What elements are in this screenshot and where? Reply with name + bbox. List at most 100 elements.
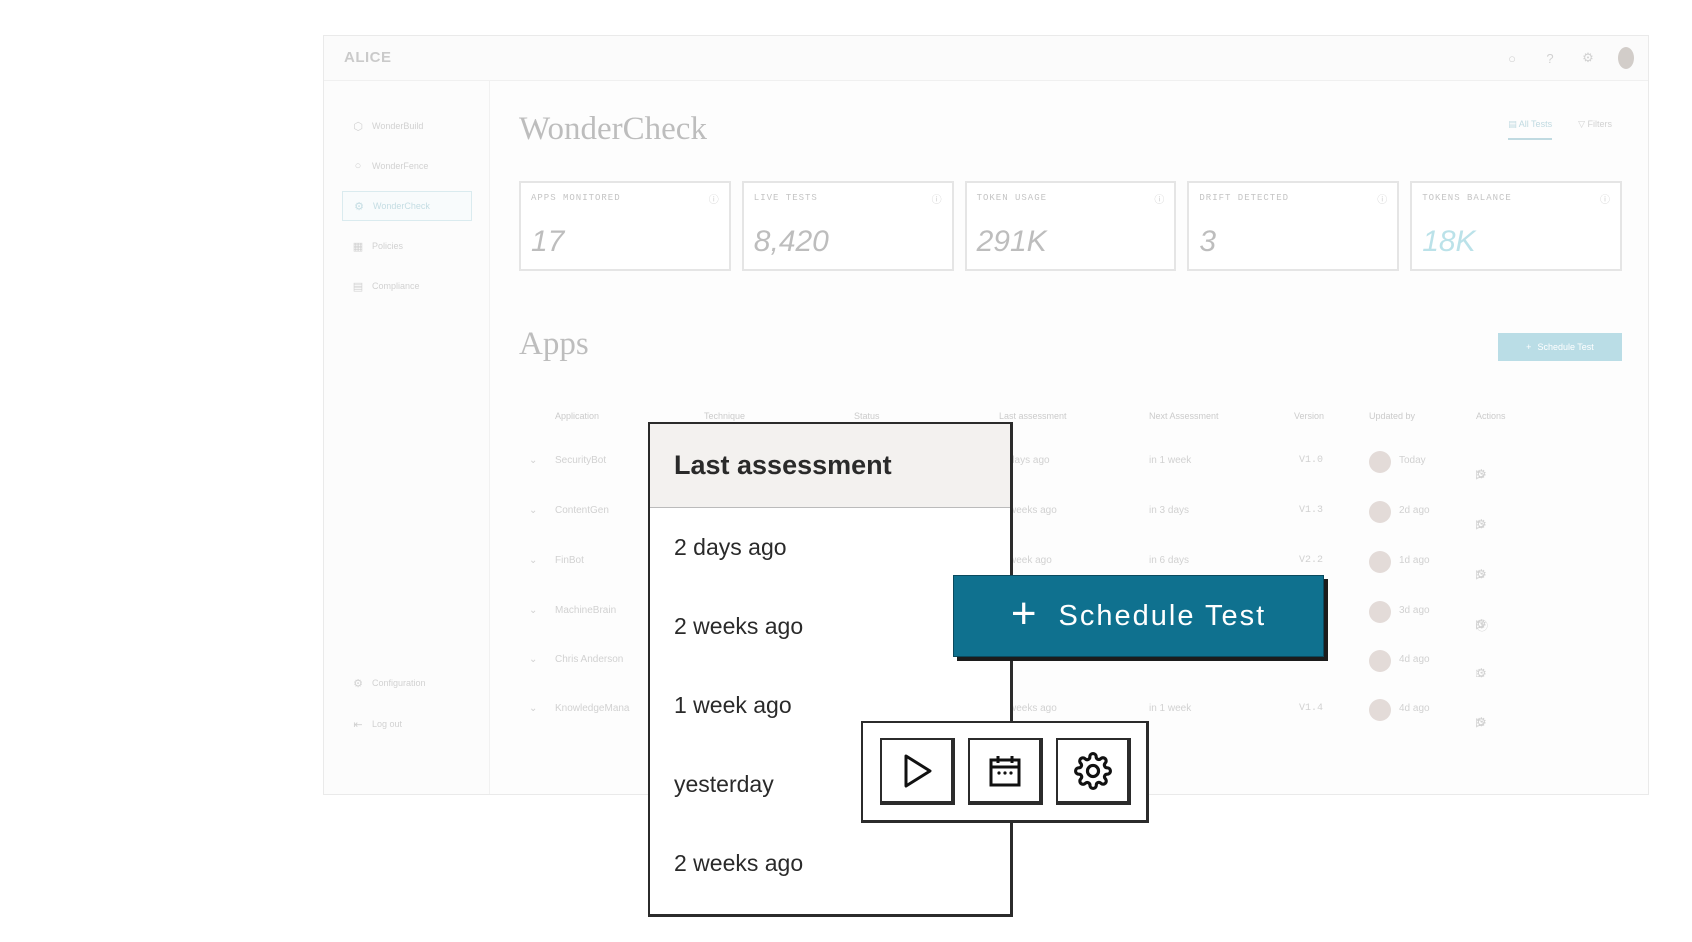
stat-label: TOKENS BALANCE [1422, 193, 1512, 203]
updated-by: 2d ago [1399, 505, 1430, 516]
chevron-down-icon[interactable]: ⌄ [529, 703, 537, 714]
schedule-test-label: Schedule Test [1058, 599, 1267, 632]
gear-icon[interactable]: ⚙ [1476, 517, 1487, 531]
stat-card-token-usage: TOKEN USAGE ⓘ 291K [964, 181, 1177, 271]
info-icon[interactable]: ⓘ [709, 191, 719, 206]
last-assessment: weeks ago [1009, 505, 1057, 516]
sidebar-item-wonderbuild[interactable]: ⬡ WonderBuild [342, 111, 472, 141]
stat-value: 291K [976, 225, 1047, 258]
info-icon[interactable]: ⓘ [1600, 191, 1610, 206]
avatar [1369, 551, 1391, 573]
info-icon[interactable]: ⓘ [932, 191, 942, 206]
chevron-down-icon[interactable]: ⌄ [529, 505, 537, 516]
sidebar-item-label: WonderCheck [373, 201, 430, 211]
chevron-down-icon[interactable]: ⌄ [529, 654, 537, 665]
list-item[interactable]: 2 weeks ago [650, 824, 1010, 903]
app-name: FinBot [555, 555, 584, 566]
stat-card-live-tests: LIVE TESTS ⓘ 8,420 [741, 181, 954, 271]
tab-label: Filters [1587, 119, 1613, 129]
chevron-down-icon[interactable]: ⌄ [529, 605, 537, 616]
app-name: MachineBrain [555, 605, 617, 616]
stat-label: APPS MONITORED [531, 193, 621, 203]
column-header[interactable]: Actions [1476, 411, 1506, 421]
version: V2.2 [1299, 555, 1324, 566]
column-header[interactable]: Last assessment [999, 411, 1067, 421]
avatar[interactable] [1618, 47, 1634, 69]
column-header[interactable]: Next Assessment [1149, 411, 1219, 421]
avatar [1369, 451, 1391, 473]
schedule-calendar-button[interactable] [968, 738, 1043, 805]
app-name: KnowledgeMana [555, 703, 630, 714]
gear-icon[interactable]: ⚙ [1580, 50, 1596, 66]
gear-icon[interactable]: ⚙ [1476, 715, 1487, 729]
settings-button[interactable] [1056, 738, 1131, 805]
page-title: WonderCheck [519, 111, 707, 147]
avatar [1369, 699, 1391, 721]
stats-row: APPS MONITORED ⓘ 17 LIVE TESTS ⓘ 8,420 T… [519, 181, 1622, 271]
column-header[interactable]: Updated by [1369, 411, 1415, 421]
gear-icon[interactable]: ⚙ [1476, 666, 1487, 680]
avatar [1369, 501, 1391, 523]
top-icons: ○ ? ⚙ [1504, 47, 1634, 69]
logout-icon: ⇤ [353, 718, 363, 731]
sidebar-item-policies[interactable]: ▦ Policies [342, 231, 472, 261]
updated-by: 4d ago [1399, 654, 1430, 665]
sidebar-item-label: Compliance [372, 281, 420, 291]
bell-icon[interactable]: ○ [1504, 51, 1520, 66]
column-header[interactable]: Version [1294, 411, 1324, 421]
sidebar-item-compliance[interactable]: ▤ Compliance [342, 271, 472, 301]
last-assessment: weeks ago [1009, 703, 1057, 714]
last-assessment: week ago [1009, 555, 1052, 566]
popover-title: Last assessment [674, 450, 892, 480]
info-icon[interactable]: ⓘ [1154, 191, 1164, 206]
gear-icon: ⚙ [353, 677, 363, 690]
tab-filters[interactable]: ▽ Filters [1578, 119, 1612, 140]
apps-title: Apps [519, 326, 589, 362]
schedule-test-button[interactable]: + Schedule Test [953, 575, 1324, 657]
updated-by: Today [1399, 455, 1426, 466]
play-icon [904, 754, 931, 787]
run-test-button[interactable] [880, 738, 955, 805]
last-assessment: days ago [1009, 455, 1050, 466]
tab-label: All Tests [1518, 119, 1553, 129]
grid-icon: ▦ [352, 240, 364, 253]
sidebar-item-label: Policies [372, 241, 404, 251]
info-icon[interactable]: ⓘ [1476, 617, 1488, 634]
stat-card-tokens-balance: TOKENS BALANCE ⓘ 18K [1410, 181, 1622, 271]
gear-icon[interactable]: ⚙ [1476, 467, 1487, 481]
info-icon[interactable]: ⓘ [1377, 191, 1387, 206]
help-icon[interactable]: ? [1542, 51, 1558, 66]
schedule-test-button-small[interactable]: + Schedule Test [1498, 333, 1622, 361]
column-header[interactable]: Technique [704, 411, 745, 421]
sidebar-item-logout[interactable]: ⇤ Log out [342, 709, 472, 739]
updated-by: 1d ago [1399, 555, 1430, 566]
gear-icon [1073, 751, 1112, 790]
column-header[interactable]: Application [555, 411, 599, 421]
cube-icon: ⬡ [353, 120, 363, 133]
avatar [1369, 601, 1391, 623]
version: V1.3 [1299, 505, 1324, 516]
updated-by: 4d ago [1399, 703, 1430, 714]
sidebar-item-wondercheck[interactable]: ⚙ WonderCheck [342, 191, 472, 221]
plus-icon: + [1010, 589, 1037, 638]
chevron-down-icon[interactable]: ⌄ [529, 455, 537, 466]
column-header[interactable]: Status [854, 411, 880, 421]
tab-all-tests[interactable]: ▤ All Tests [1508, 119, 1553, 140]
title-tabs: ▤ All Tests ▽ Filters [1508, 119, 1612, 140]
top-bar: ALICE ○ ? ⚙ [324, 36, 1648, 81]
sidebar-item-label: WonderFence [372, 161, 429, 171]
next-assessment: in 3 days [1149, 505, 1190, 516]
assessment-list: 2 days ago 2 weeks ago 1 week ago yester… [650, 508, 1010, 903]
stat-value: 18K [1422, 225, 1476, 258]
popover-header: Last assessment [650, 424, 1010, 508]
stat-card-apps-monitored: APPS MONITORED ⓘ 17 [519, 181, 731, 271]
sidebar-item-configuration[interactable]: ⚙ Configuration [342, 668, 472, 698]
gear-icon[interactable]: ⚙ [1476, 567, 1487, 581]
app-logo: ALICE [344, 49, 392, 66]
app-name: SecurityBot [555, 455, 607, 466]
plus-icon: + [1526, 342, 1532, 352]
calendar-icon [989, 755, 1020, 786]
actions-panel [861, 721, 1149, 823]
chevron-down-icon[interactable]: ⌄ [529, 555, 537, 566]
sidebar-item-wonderfence[interactable]: ○ WonderFence [342, 151, 472, 181]
